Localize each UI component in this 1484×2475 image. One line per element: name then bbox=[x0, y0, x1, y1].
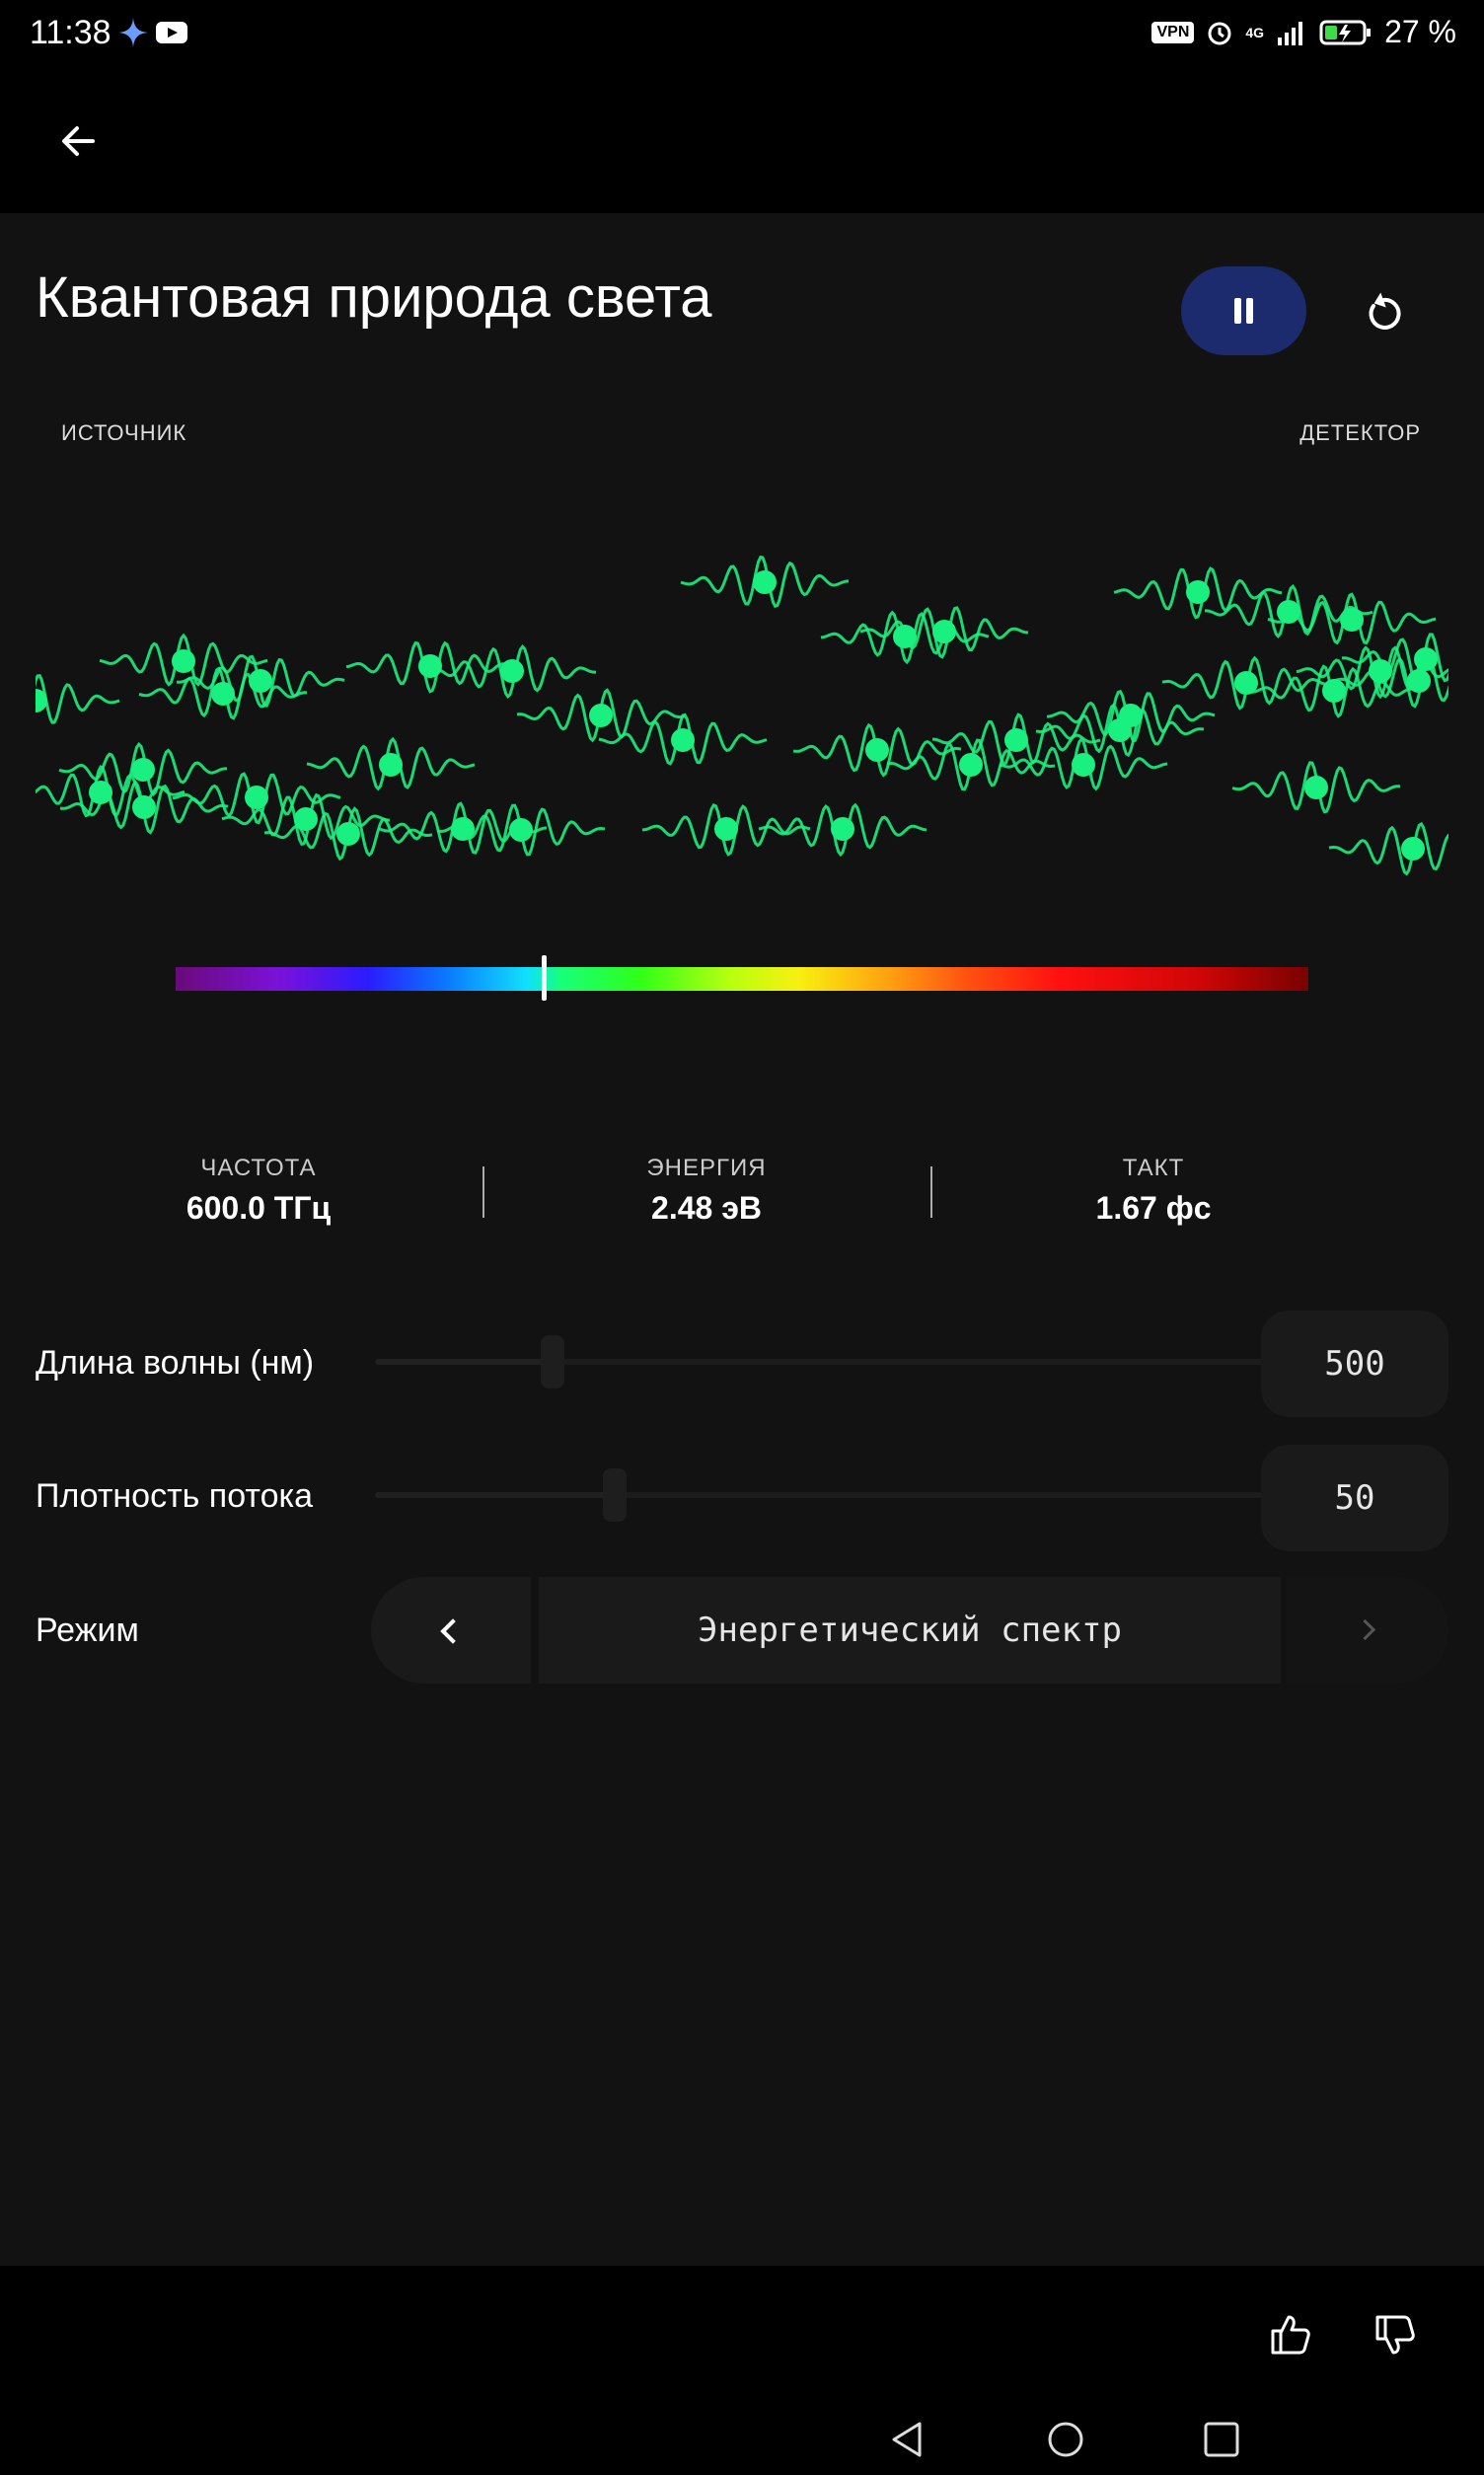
page-title: Квантовая природа света bbox=[36, 265, 712, 330]
battery-percent: 27 % bbox=[1384, 14, 1456, 49]
photon-packet bbox=[436, 803, 606, 857]
photon-packet bbox=[99, 633, 268, 687]
stat-value: 1.67 фс bbox=[1095, 1190, 1212, 1226]
pause-button[interactable] bbox=[1181, 266, 1306, 355]
slider-fill bbox=[375, 1492, 615, 1498]
signal-icon bbox=[1278, 21, 1303, 45]
stat-value: 2.48 эВ bbox=[651, 1190, 762, 1226]
photon-packet bbox=[641, 802, 811, 857]
alarm-icon bbox=[1208, 22, 1231, 44]
photon-packet bbox=[680, 555, 850, 609]
spectrum-bar bbox=[176, 967, 1308, 991]
network-type: 4G bbox=[1245, 24, 1265, 40]
nav-recents-icon[interactable] bbox=[1200, 2418, 1243, 2461]
photon-packet bbox=[59, 780, 229, 835]
youtube-icon bbox=[156, 22, 187, 43]
stat-label: ЧАСТОТА bbox=[200, 1155, 317, 1181]
flux-label: Плотность потока bbox=[36, 1477, 314, 1515]
nav-back-icon[interactable] bbox=[886, 2418, 929, 2461]
status-bar: 11:38 VPN 4G 27 % bbox=[0, 0, 1484, 71]
slider-fill bbox=[375, 1359, 553, 1365]
stat-frequency: ЧАСТОТА 600.0 ТГц bbox=[111, 1155, 407, 1227]
bottom-bar bbox=[0, 2266, 1484, 2475]
spectrum-marker bbox=[542, 955, 548, 1001]
stat-energy: ЭНЕРГИЯ 2.48 эВ bbox=[558, 1155, 854, 1227]
stat-divider bbox=[930, 1166, 932, 1218]
photon-packet bbox=[58, 741, 227, 796]
vpn-badge: VPN bbox=[1151, 21, 1195, 43]
wavelength-slider[interactable] bbox=[375, 1335, 1263, 1388]
nav-home-icon[interactable] bbox=[1044, 2418, 1087, 2461]
mode-value: Энергетический спектр bbox=[539, 1577, 1281, 1684]
photon-packet bbox=[263, 806, 433, 862]
photon-packet bbox=[598, 712, 768, 766]
photon-packet bbox=[36, 674, 120, 724]
mode-label: Режим bbox=[36, 1612, 139, 1649]
reset-icon[interactable] bbox=[1354, 284, 1413, 343]
photon-packet bbox=[792, 722, 962, 778]
stat-value: 600.0 ТГц bbox=[186, 1190, 332, 1226]
photon-packet bbox=[758, 802, 928, 858]
flux-slider[interactable] bbox=[375, 1468, 1263, 1522]
photon-packet bbox=[820, 610, 990, 665]
mode-next-button[interactable] bbox=[1287, 1577, 1448, 1684]
detector-label: ДЕТЕКТОР bbox=[1299, 420, 1421, 445]
photon-packet bbox=[1328, 821, 1448, 876]
photon-packet bbox=[345, 640, 515, 694]
mode-prev-button[interactable] bbox=[371, 1577, 531, 1684]
stat-label: ТАКТ bbox=[1122, 1155, 1185, 1181]
gemini-icon bbox=[118, 18, 148, 47]
arrow-left-icon[interactable] bbox=[49, 111, 111, 172]
stat-label: ЭНЕРГИЯ bbox=[646, 1155, 767, 1181]
photon-packet bbox=[306, 736, 476, 791]
flux-input[interactable]: 50 bbox=[1261, 1445, 1448, 1551]
stat-divider bbox=[482, 1166, 484, 1218]
thumbs-up-icon[interactable] bbox=[1265, 2309, 1316, 2361]
status-icons: VPN 4G 27 % bbox=[1151, 14, 1456, 50]
wavelength-input[interactable]: 500 bbox=[1261, 1311, 1448, 1417]
app-bar bbox=[0, 71, 1484, 213]
stat-tact: ТАКТ 1.67 фс bbox=[1005, 1155, 1301, 1227]
slider-thumb[interactable] bbox=[603, 1468, 627, 1522]
thumbs-down-icon[interactable] bbox=[1370, 2309, 1421, 2361]
source-label: ИСТОЧНИК bbox=[61, 420, 187, 445]
slider-thumb[interactable] bbox=[541, 1335, 564, 1388]
battery-icon bbox=[1319, 20, 1372, 44]
photon-simulation bbox=[36, 555, 1448, 876]
photon-packet bbox=[1231, 761, 1401, 814]
wavelength-label: Длина волны (нм) bbox=[36, 1344, 315, 1382]
status-time: 11:38 bbox=[30, 14, 111, 51]
